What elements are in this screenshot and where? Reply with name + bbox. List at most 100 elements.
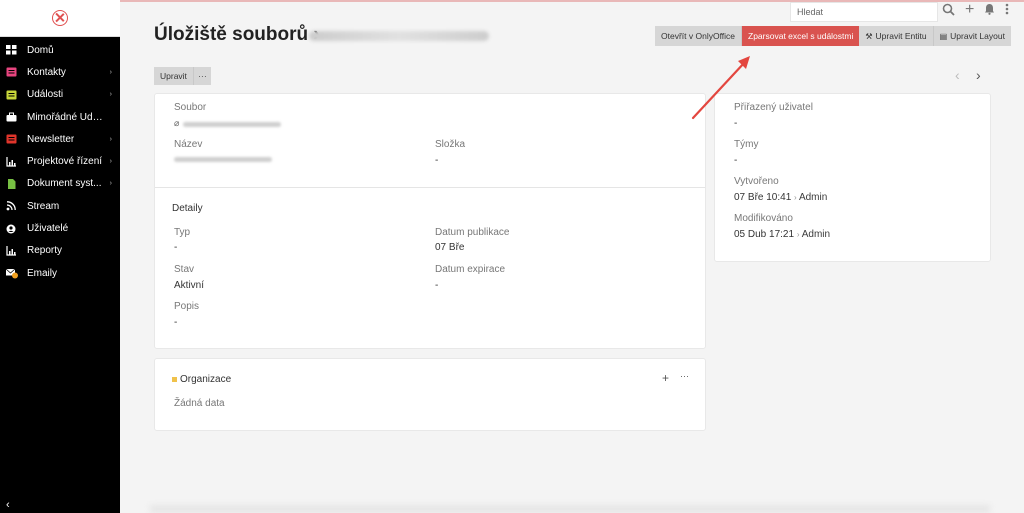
parse-excel-button[interactable]: Zparsovat excel s událostmi	[742, 26, 860, 46]
sidebar-item-4[interactable]: Mimořádné Udál...	[0, 106, 120, 128]
edit-layout-button[interactable]: ▤ Upravit Layout	[933, 26, 1011, 46]
file-label: Soubor	[174, 102, 207, 113]
attachment-icon[interactable]: ⌀	[174, 118, 179, 129]
sidebar-item-7[interactable]: Dokument syst... ›	[0, 173, 120, 195]
sidebar-item-label: Mimořádné Udál...	[27, 111, 107, 123]
sidebar-item-10[interactable]: Reporty	[0, 240, 120, 262]
created-by-link[interactable]: Admin	[799, 192, 827, 203]
chevron-right-icon: ›	[109, 180, 112, 188]
action-buttons: Otevřít v OnlyOffice Zparsovat excel s u…	[655, 26, 1011, 46]
state-value: Aktivní	[174, 280, 205, 291]
record-name-redacted	[309, 31, 489, 41]
sidebar-item-2[interactable]: Kontakty ›	[0, 61, 120, 83]
search-input[interactable]	[790, 2, 938, 22]
expiry-date-value: -	[435, 280, 439, 291]
open-onlyoffice-button[interactable]: Otevřít v OnlyOffice	[655, 26, 743, 46]
modified-value: 05 Dub 17:21 › Admin	[734, 229, 831, 240]
annotation-arrow	[691, 56, 750, 120]
sidebar-item-label: Newsletter	[27, 133, 75, 145]
description-value: -	[174, 317, 178, 328]
document-icon	[6, 178, 17, 189]
type-label: Typ	[174, 227, 191, 238]
contacts-icon	[6, 67, 17, 77]
page-title[interactable]: Úložiště souborů ›	[154, 24, 320, 46]
modified-by-link[interactable]: Admin	[802, 229, 830, 240]
state-label: Stav	[174, 264, 195, 275]
more-actions-button[interactable]: ···	[192, 67, 211, 85]
grid-icon	[6, 45, 17, 55]
previous-record-icon[interactable]: ‹	[955, 67, 960, 83]
open-onlyoffice-label: Otevřít v OnlyOffice	[661, 31, 736, 41]
newsletter-icon	[6, 134, 17, 144]
organization-more-icon[interactable]: ···	[680, 371, 689, 381]
type-value: -	[174, 242, 178, 253]
organization-title[interactable]: Organizace	[180, 374, 231, 385]
email-icon	[5, 268, 18, 279]
created-value: 07 Bře 10:41 › Admin	[734, 192, 828, 203]
main-panel: Soubor ⌀ Název Složka - Detaily Typ - Da…	[154, 93, 706, 349]
tools-icon: ⚒	[865, 31, 873, 41]
logo[interactable]	[0, 0, 120, 37]
sidebar-item-label: Projektové řízení	[27, 156, 103, 168]
topbar: +	[120, 0, 1024, 22]
edit-entity-label: Upravit Entitu	[875, 31, 927, 41]
name-label: Název	[174, 139, 203, 150]
modified-label: Modifikováno	[734, 213, 793, 224]
sidebar-item-label: Emaily	[27, 267, 58, 279]
section-divider	[155, 187, 705, 188]
sidebar-item-1[interactable]: Domů	[0, 39, 120, 61]
sidebar-item-6[interactable]: Projektové řízení ›	[0, 150, 120, 172]
layout-icon: ▤	[939, 31, 948, 41]
edit-button[interactable]: Upravit	[154, 67, 193, 85]
sidebar-item-8[interactable]: Stream	[0, 195, 120, 217]
sidebar-item-label: Události	[27, 89, 64, 101]
teams-value: -	[734, 155, 738, 166]
chevron-right-icon: ›	[109, 135, 112, 143]
sidebar-item-9[interactable]: Uživatelé	[0, 217, 120, 239]
expiry-date-label: Datum expirace	[435, 264, 506, 275]
folder-label: Složka	[435, 139, 466, 150]
modified-date: 05 Dub 17:21	[734, 229, 795, 240]
details-title: Detaily	[172, 203, 203, 214]
next-record-icon[interactable]: ›	[976, 67, 981, 83]
search-icon[interactable]	[942, 3, 955, 19]
sidebar-item-label: Dokument syst...	[27, 178, 102, 190]
sidebar-item-label: Kontakty	[27, 66, 66, 78]
name-value-redacted	[174, 157, 272, 162]
edit-layout-label: Upravit Layout	[950, 31, 1005, 41]
bell-icon[interactable]	[984, 3, 995, 18]
chart-icon	[6, 156, 17, 167]
organization-panel: Organizace + ··· Žádná data	[154, 358, 706, 431]
rss-icon	[6, 201, 17, 211]
page-bottom-shadow	[150, 505, 990, 513]
sidebar-item-label: Uživatelé	[27, 223, 69, 235]
file-name-redacted[interactable]	[183, 122, 281, 127]
add-organization-icon[interactable]: +	[662, 371, 669, 385]
chevron-right-icon: ›	[109, 158, 112, 166]
publish-date-label: Datum publikace	[435, 227, 510, 238]
description-label: Popis	[174, 301, 200, 312]
sidebar-nav: Domů Kontakty › Události › Mimořádné Udál... N…	[0, 37, 120, 284]
created-date: 07 Bře 10:41	[734, 192, 792, 203]
sidebar: Domů Kontakty › Události › Mimořádné Udál... N…	[0, 0, 120, 513]
sidebar-item-label: Stream	[27, 200, 60, 212]
edit-entity-button[interactable]: ⚒ Upravit Entitu	[859, 26, 934, 46]
folder-value: -	[435, 155, 439, 166]
chevron-right-icon: ›	[109, 68, 112, 76]
parse-excel-label: Zparsovat excel s událostmi	[748, 31, 854, 41]
reports-icon	[6, 245, 17, 256]
organization-dot	[172, 377, 177, 382]
sidebar-item-5[interactable]: Newsletter ›	[0, 128, 120, 150]
logo-icon	[52, 10, 68, 26]
plus-icon[interactable]: +	[965, 1, 974, 19]
collapse-sidebar-icon[interactable]: ‹	[6, 499, 10, 511]
teams-label: Týmy	[734, 139, 759, 150]
sidebar-item-label: Domů	[27, 44, 54, 56]
created-label: Vytvořeno	[734, 176, 779, 187]
record-toolbar: Upravit ···	[154, 67, 211, 85]
sidebar-item-3[interactable]: Události ›	[0, 84, 120, 106]
sidebar-item-11[interactable]: Emaily	[0, 262, 120, 284]
user-icon	[6, 224, 17, 234]
events-icon	[6, 90, 17, 100]
menu-dots-icon[interactable]	[1005, 3, 1009, 18]
